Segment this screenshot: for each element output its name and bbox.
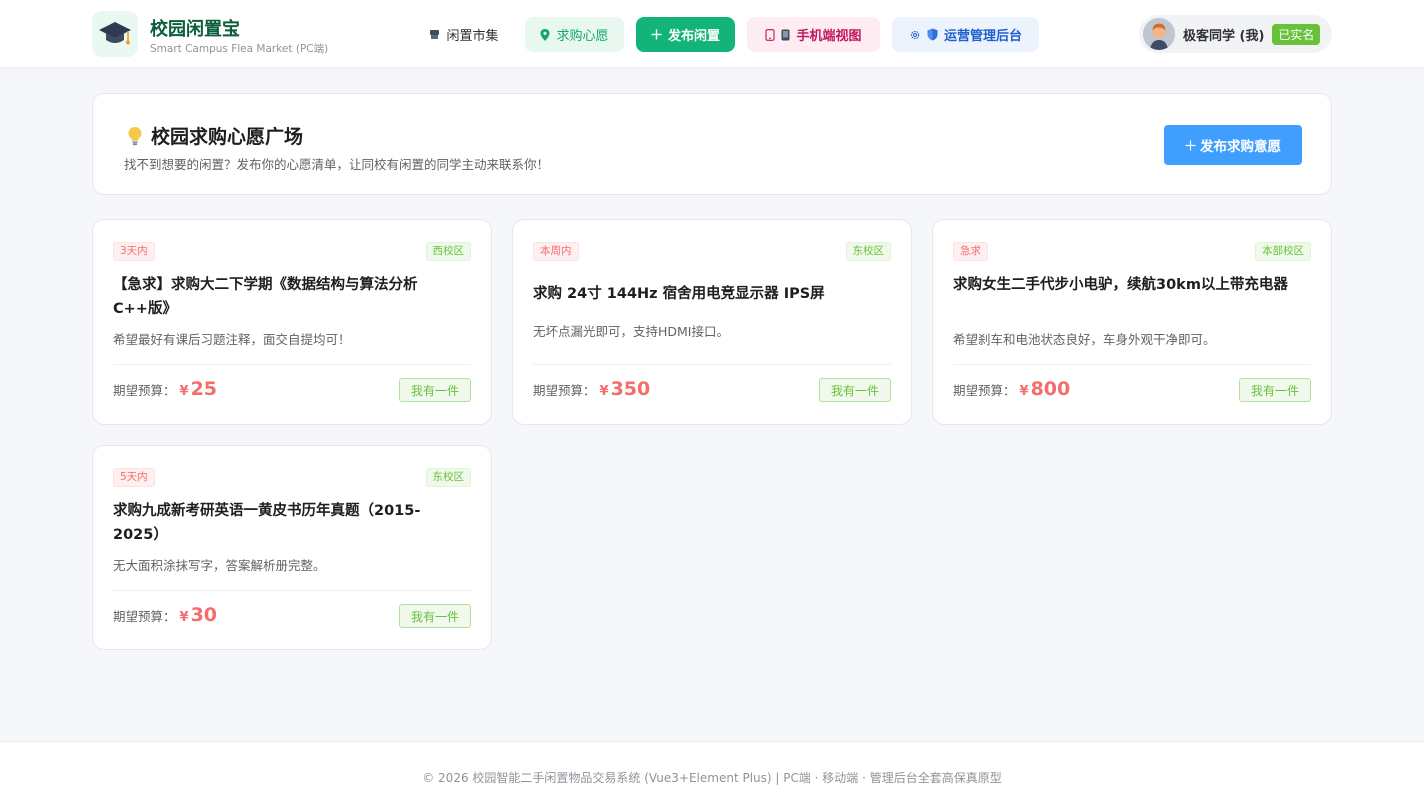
wish-card[interactable]: 急求 本部校区 求购女生二手代步小电驴，续航30km以上带充电器 希望刹车和电池… xyxy=(932,219,1332,425)
user-avatar-icon xyxy=(1143,18,1175,50)
wish-description: 希望刹车和电池状态良好，车身外观干净即可。 xyxy=(953,332,1216,347)
storefront-icon xyxy=(430,30,440,39)
wish-title: 求购 24寸 144Hz 宿舍用电竞显示器 IPS屏 xyxy=(533,286,825,302)
nav-publish-button[interactable]: 发布闲置 xyxy=(636,17,735,52)
budget-row: 期望预算： ¥ 25 xyxy=(113,378,217,400)
brand-subtitle: Smart Campus Flea Market (PC端) xyxy=(150,43,329,55)
wish-description: 希望最好有课后习题注释，面交自提均可！ xyxy=(113,332,351,347)
deadline-tag: 本周内 xyxy=(533,242,579,261)
nav-wish-button[interactable]: 求购心愿 xyxy=(525,17,624,52)
budget-label: 期望预算： xyxy=(113,383,176,398)
wish-square-banner: 校园求购心愿广场 找不到想要的闲置？发布你的心愿清单，让同校有闲置的同学主动来联… xyxy=(92,93,1332,195)
mobile-phone-icon xyxy=(781,29,790,40)
campus-tag: 西校区 xyxy=(425,242,471,261)
deadline-tag: 3天内 xyxy=(113,242,155,261)
nav-market-label: 闲置市集 xyxy=(446,29,499,44)
user-profile-menu[interactable]: 极客同学 (我) 已实名 xyxy=(1139,15,1332,53)
footer-copyright: © 2026 校园智能二手闲置物品交易系统 (Vue3+Element Plus… xyxy=(422,771,1002,785)
shield-icon xyxy=(927,28,938,41)
budget-label: 期望预算： xyxy=(533,383,596,398)
nav-publish-label: 发布闲置 xyxy=(667,29,720,44)
nav-market-button[interactable]: 闲置市集 xyxy=(418,17,510,52)
tablet-icon xyxy=(765,28,776,41)
nav-admin-label: 运营管理后台 xyxy=(943,29,1022,44)
brand-title: 校园闲置宝 xyxy=(150,19,240,40)
currency-symbol: ¥ xyxy=(599,384,609,399)
card-divider xyxy=(113,590,471,591)
gear-icon xyxy=(910,30,920,39)
avatar xyxy=(1143,18,1175,50)
nav-mobile-label: 手机端视图 xyxy=(796,29,862,44)
campus-tag: 东校区 xyxy=(425,468,471,487)
have-one-button[interactable]: 我有一件 xyxy=(1239,378,1311,402)
have-one-button[interactable]: 我有一件 xyxy=(399,604,471,628)
nav-wish-label: 求购心愿 xyxy=(556,29,609,44)
plus-icon xyxy=(1185,140,1196,150)
wish-description: 无坏点漏光即可，支持HDMI接口。 xyxy=(533,324,729,339)
deadline-tag: 急求 xyxy=(953,242,988,261)
publish-wish-button[interactable]: 发布求购意愿 xyxy=(1164,125,1302,165)
wish-title: 求购九成新考研英语一黄皮书历年真题（2015-2025） xyxy=(113,503,421,543)
have-one-button[interactable]: 我有一件 xyxy=(399,378,471,402)
graduation-cap-icon xyxy=(99,22,131,45)
publish-wish-label: 发布求购意愿 xyxy=(1200,139,1281,155)
currency-symbol: ¥ xyxy=(1019,384,1029,399)
wish-description: 无大面积涂抹写字，答案解析册完整。 xyxy=(113,558,326,573)
budget-label: 期望预算： xyxy=(113,609,176,624)
banner-heading: 校园求购心愿广场 xyxy=(127,122,303,149)
budget-amount: 30 xyxy=(190,604,218,626)
wish-title: 求购女生二手代步小电驴，续航30km以上带充电器 xyxy=(953,277,1288,293)
budget-row: 期望预算： ¥ 800 xyxy=(953,378,1070,400)
campus-tag: 东校区 xyxy=(845,242,891,261)
lightbulb-icon xyxy=(128,126,142,145)
wish-card[interactable]: 3天内 西校区 【急求】求购大二下学期《数据结构与算法分析C++版》 希望最好有… xyxy=(92,219,492,425)
campus-tag: 本部校区 xyxy=(1255,242,1311,261)
budget-row: 期望预算： ¥ 350 xyxy=(533,378,650,400)
deadline-tag: 5天内 xyxy=(113,468,155,487)
budget-label: 期望预算： xyxy=(953,383,1016,398)
page-footer: © 2026 校园智能二手闲置物品交易系统 (Vue3+Element Plus… xyxy=(0,741,1424,809)
nav-admin-button[interactable]: 运营管理后台 xyxy=(892,17,1039,52)
banner-title: 校园求购心愿广场 xyxy=(151,126,304,148)
budget-amount: 25 xyxy=(190,378,218,400)
location-pin-icon xyxy=(540,28,550,41)
currency-symbol: ¥ xyxy=(179,610,189,625)
user-name: 极客同学 (我) xyxy=(1183,28,1265,44)
budget-row: 期望预算： ¥ 30 xyxy=(113,604,217,626)
verified-badge: 已实名 xyxy=(1272,23,1321,45)
budget-amount: 350 xyxy=(610,378,651,400)
card-divider xyxy=(113,364,471,365)
have-one-button[interactable]: 我有一件 xyxy=(819,378,891,402)
wish-title: 【急求】求购大二下学期《数据结构与算法分析C++版》 xyxy=(113,277,418,317)
brand-logo[interactable] xyxy=(92,11,138,57)
wish-card[interactable]: 本周内 东校区 求购 24寸 144Hz 宿舍用电竞显示器 IPS屏 无坏点漏光… xyxy=(512,219,912,425)
currency-symbol: ¥ xyxy=(179,384,189,399)
nav-mobile-button[interactable]: 手机端视图 xyxy=(747,17,880,52)
banner-subtitle: 找不到想要的闲置？发布你的心愿清单，让同校有闲置的同学主动来联系你！ xyxy=(124,157,550,172)
plus-icon xyxy=(651,29,662,40)
budget-amount: 800 xyxy=(1030,378,1071,400)
card-divider xyxy=(533,364,891,365)
card-divider xyxy=(953,364,1311,365)
wish-card[interactable]: 5天内 东校区 求购九成新考研英语一黄皮书历年真题（2015-2025） 无大面… xyxy=(92,445,492,650)
top-header: 校园闲置宝 Smart Campus Flea Market (PC端) 闲置市… xyxy=(0,0,1424,68)
